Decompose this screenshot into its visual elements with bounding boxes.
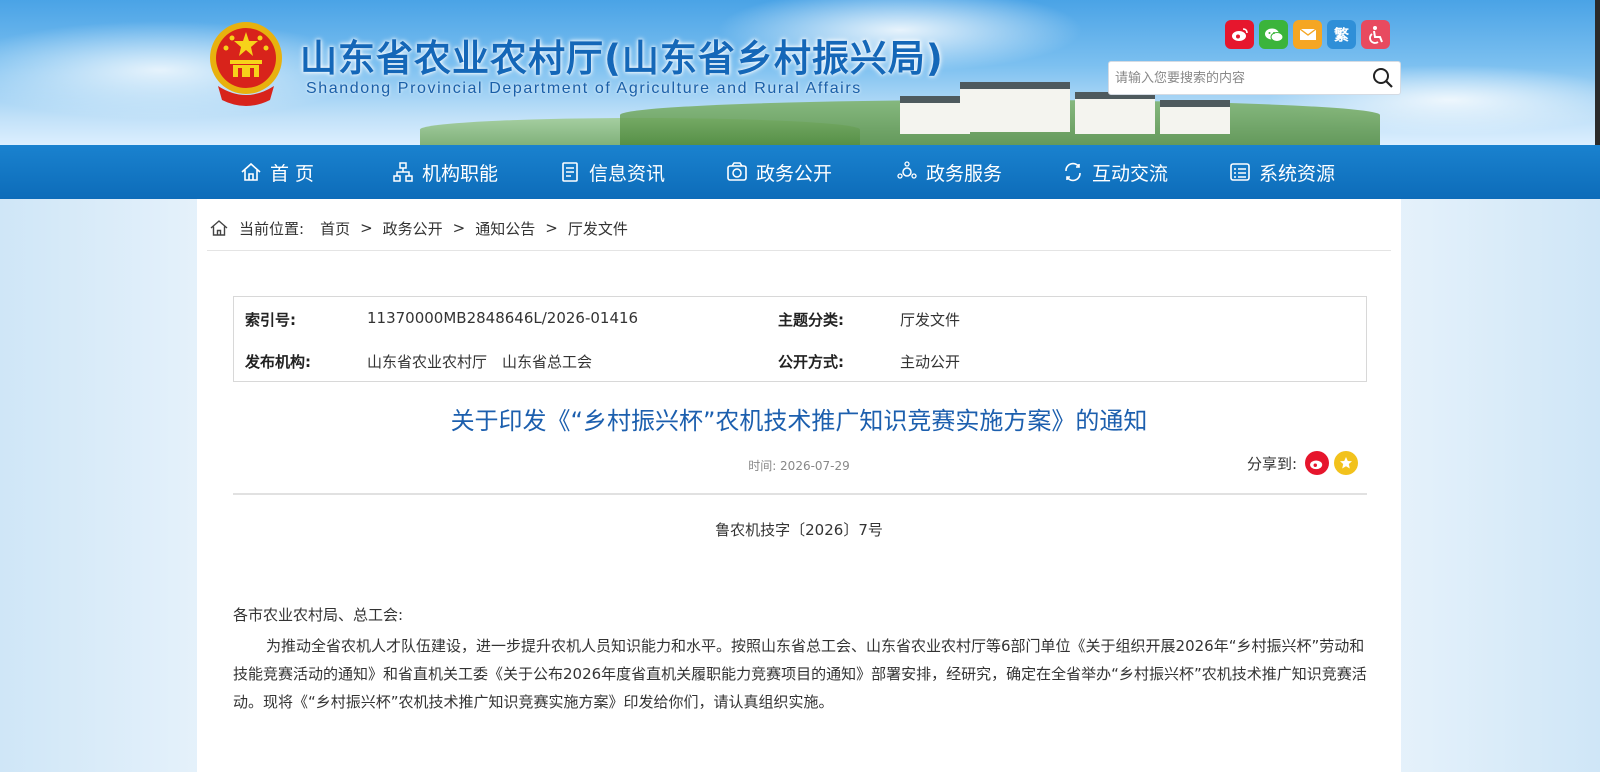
document-meta-table: 索引号: 11370000MB2848646L/2026-01416 主题分类:… bbox=[233, 296, 1367, 382]
document-number: 鲁农机技字〔2026〕7号 bbox=[715, 521, 883, 539]
nav-item-gov-service[interactable]: 政务服务 bbox=[896, 145, 1002, 199]
publish-time: 时间: 2026-07-29 bbox=[748, 459, 850, 473]
mail-icon[interactable] bbox=[1293, 20, 1322, 49]
scrollbar-thumb[interactable] bbox=[1595, 0, 1600, 160]
divider bbox=[233, 493, 1367, 495]
nav-item-gov-open[interactable]: 政务公开 bbox=[726, 145, 832, 199]
nav-item-organization[interactable]: 机构职能 bbox=[392, 145, 498, 199]
document-icon bbox=[562, 162, 578, 182]
site-title: 山东省农业农村厅(山东省乡村振兴局) bbox=[300, 37, 944, 80]
breadcrumb-gov-open[interactable]: 政务公开 bbox=[383, 218, 443, 239]
disclosure-label: 公开方式: bbox=[778, 353, 844, 371]
salutation: 各市农业农村局、总工会: bbox=[233, 606, 404, 624]
breadcrumb-separator: > bbox=[452, 219, 466, 237]
nav-item-label: 首 页 bbox=[270, 162, 315, 185]
breadcrumb-dept-docs[interactable]: 厅发文件 bbox=[568, 218, 628, 239]
resource-icon bbox=[1230, 163, 1250, 181]
open-box-icon bbox=[727, 162, 747, 181]
article-title: 关于印发《“乡村振兴杯”农机技术推广知识竞赛实施方案》的通知 bbox=[450, 407, 1148, 435]
search-icon[interactable] bbox=[1372, 67, 1394, 89]
nav-item-label: 互动交流 bbox=[1092, 162, 1169, 185]
header-banner: 山东省农业农村厅(山东省乡村振兴局) Shandong Provincial D… bbox=[0, 0, 1600, 145]
org-chart-icon bbox=[393, 162, 413, 182]
main-nav: 首 页 机构职能 信息资讯 政务公开 政务服务 互动交流 系统资源 bbox=[0, 145, 1600, 199]
nav-item-label: 政务服务 bbox=[926, 162, 1003, 185]
nav-item-label: 系统资源 bbox=[1259, 162, 1336, 185]
breadcrumb-notices[interactable]: 通知公告 bbox=[475, 218, 535, 239]
breadcrumb-separator: > bbox=[360, 219, 373, 237]
nav-item-label: 机构职能 bbox=[422, 162, 499, 185]
content-panel: 当前位置: 首页 > 政务公开 > 通知公告 > 厅发文件 索引号: 11370… bbox=[197, 199, 1401, 772]
header-tools: 繁 bbox=[1225, 20, 1390, 49]
banner-building bbox=[960, 82, 1070, 132]
home-icon bbox=[241, 162, 261, 181]
home-icon bbox=[210, 220, 228, 236]
search-box bbox=[1108, 61, 1401, 95]
breadcrumb-prefix: 当前位置: bbox=[239, 219, 305, 238]
traditional-chinese-icon[interactable]: 繁 bbox=[1327, 20, 1356, 49]
nav-item-label: 政务公开 bbox=[756, 162, 833, 185]
publisher-label: 发布机构: bbox=[245, 353, 311, 371]
weibo-share-icon[interactable] bbox=[1305, 451, 1330, 475]
service-icon bbox=[897, 161, 917, 179]
interaction-icon bbox=[1065, 162, 1081, 182]
nav-item-news[interactable]: 信息资讯 bbox=[559, 145, 665, 199]
site-subtitle: Shandong Provincial Department of Agricu… bbox=[306, 80, 862, 97]
favorite-share-icon[interactable] bbox=[1334, 451, 1359, 475]
category-label: 主题分类: bbox=[778, 311, 844, 329]
wechat-icon[interactable] bbox=[1259, 20, 1288, 49]
divider bbox=[207, 250, 1391, 251]
index-value: 11370000MB2848646L/2026-01416 bbox=[367, 309, 639, 327]
index-label: 索引号: bbox=[245, 311, 296, 329]
nav-item-home[interactable]: 首 页 bbox=[240, 145, 314, 199]
category-value: 厅发文件 bbox=[900, 311, 961, 329]
body-paragraph: 为推动全省农机人才队伍建设，进一步提升农机人员知识能力和水平。按照山东省总工会、… bbox=[233, 637, 1367, 711]
accessibility-icon[interactable] bbox=[1361, 20, 1390, 49]
weibo-icon[interactable] bbox=[1225, 20, 1254, 49]
banner-building bbox=[1160, 100, 1230, 134]
breadcrumb: 当前位置: 首页 > 政务公开 > 通知公告 > 厅发文件 bbox=[209, 217, 628, 239]
breadcrumb-home[interactable]: 首页 bbox=[320, 218, 350, 239]
nav-item-label: 信息资讯 bbox=[589, 162, 666, 185]
search-input[interactable] bbox=[1109, 62, 1359, 94]
nav-item-interaction[interactable]: 互动交流 bbox=[1062, 145, 1168, 199]
share-label: 分享到: bbox=[1247, 454, 1298, 473]
breadcrumb-separator: > bbox=[545, 219, 558, 237]
share-bar: 分享到: bbox=[1247, 451, 1359, 475]
nav-item-resources[interactable]: 系统资源 bbox=[1229, 145, 1335, 199]
publisher-value: 山东省农业农村厅 山东省总工会 bbox=[367, 353, 593, 371]
disclosure-value: 主动公开 bbox=[900, 353, 961, 371]
national-emblem-icon bbox=[210, 22, 282, 106]
banner-building bbox=[1075, 92, 1155, 134]
